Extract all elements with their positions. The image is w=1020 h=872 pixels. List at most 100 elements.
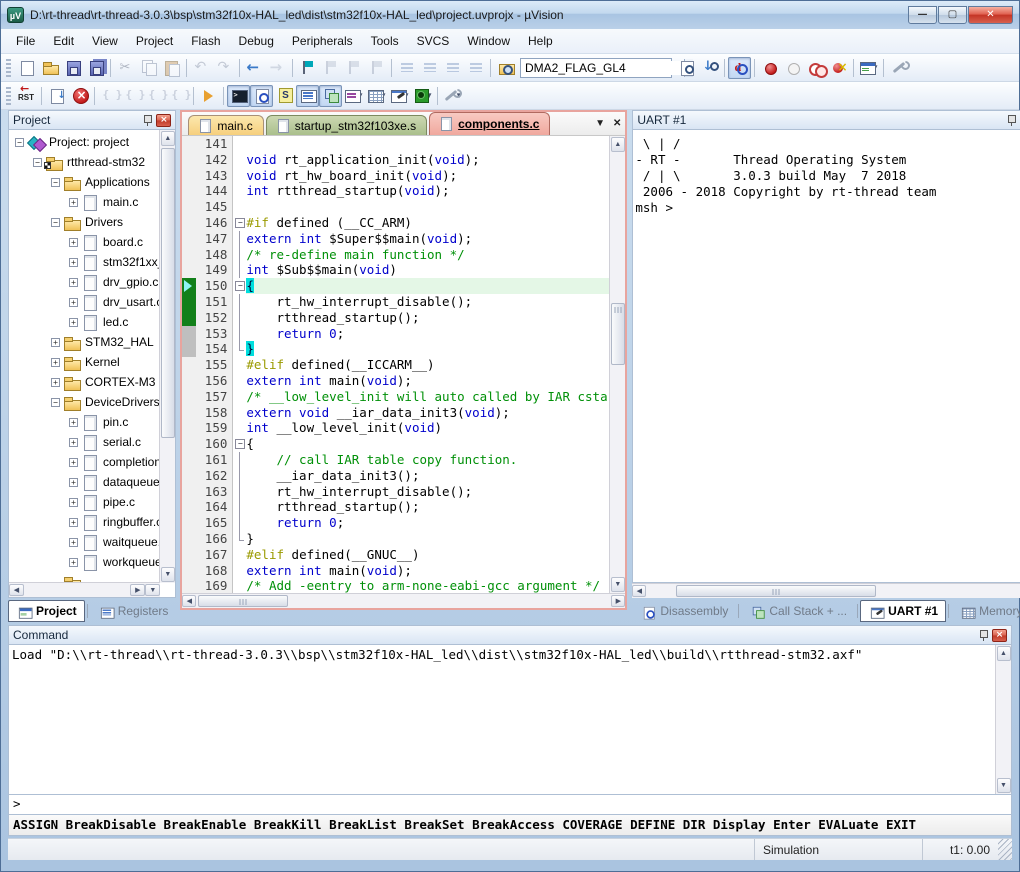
tree-item-kernel[interactable]: +Kernel (9, 352, 160, 372)
tab-call-stack-[interactable]: Call Stack + ... (741, 600, 855, 622)
stop-run-button[interactable] (68, 85, 91, 107)
scroll-thumb[interactable] (611, 303, 625, 365)
expander-plus-icon[interactable]: + (51, 358, 60, 367)
command-close-icon[interactable]: × (992, 629, 1007, 642)
command-vertical-scrollbar[interactable]: ▲ ▼ (995, 645, 1011, 794)
uncomment-button[interactable] (464, 57, 487, 79)
bp-none-button[interactable] (781, 57, 804, 79)
scroll-up-icon[interactable]: ▲ (997, 646, 1011, 661)
expander-plus-icon[interactable]: + (69, 478, 78, 487)
reset-cpu-button[interactable] (15, 85, 38, 107)
tree-item-main-c[interactable]: +main.c (9, 192, 160, 212)
scroll-left-icon[interactable]: ◀ (9, 584, 24, 596)
tree-item-project-project[interactable]: −Project: project (9, 132, 160, 152)
minimize-button[interactable]: — (908, 6, 937, 24)
uart-horizontal-scrollbar[interactable]: ◀ ▶ (632, 583, 1020, 598)
tree-item-ringbuffer-c[interactable]: +ringbuffer.c (9, 512, 160, 532)
tab-memory-1[interactable]: Memory 1 (951, 600, 1020, 622)
scroll-thumb[interactable] (161, 148, 175, 438)
comment-button[interactable] (441, 57, 464, 79)
watch-window-button[interactable]: ▼ (342, 85, 365, 107)
menu-flash[interactable]: Flash (182, 31, 229, 51)
nav-back-button[interactable] (243, 57, 266, 79)
toolbar-grip-handle[interactable] (6, 59, 11, 77)
tree-item-dataqueue-c[interactable]: +dataqueue.c (9, 472, 160, 492)
scroll-down-icon[interactable]: ▼ (997, 778, 1011, 793)
tree-item-devicedrivers[interactable]: −DeviceDrivers (9, 392, 160, 412)
scroll-up-icon[interactable]: ▲ (611, 137, 625, 152)
window-layout-button[interactable]: ▼ (857, 57, 880, 79)
nav-forward-button[interactable] (266, 57, 289, 79)
scroll-thumb[interactable] (676, 585, 876, 597)
save-all-button[interactable] (84, 57, 107, 79)
save-button[interactable] (61, 57, 84, 79)
tab-project[interactable]: Project (8, 600, 85, 622)
tree-item-rtthread-stm32[interactable]: −rtthread-stm32 (9, 152, 160, 172)
tree-item-cortex-m3[interactable]: +CORTEX-M3 (9, 372, 160, 392)
tree-item-stm32-hal[interactable]: +STM32_HAL (9, 332, 160, 352)
redo-button[interactable] (213, 57, 236, 79)
tree-item-serial-c[interactable]: +serial.c (9, 432, 160, 452)
tab-disassembly[interactable]: Disassembly (632, 600, 736, 622)
expander-plus-icon[interactable]: + (69, 278, 78, 287)
command-input[interactable]: > (8, 795, 1012, 815)
tab-components-c[interactable]: components.c (429, 112, 550, 135)
bp-disable-button[interactable] (804, 57, 827, 79)
editor-horizontal-scrollbar[interactable]: ◀ ▶ (182, 593, 625, 608)
run-button[interactable] (197, 85, 220, 107)
tab-list-chevron-icon[interactable]: ▼ (595, 118, 605, 129)
analysis-window-button[interactable]: ▼ (411, 85, 434, 107)
tab-registers[interactable]: Registers (90, 600, 177, 622)
tree-item-pin-c[interactable]: +pin.c (9, 412, 160, 432)
expander-plus-icon[interactable]: + (69, 238, 78, 247)
find-combo[interactable]: ▼ (520, 58, 672, 78)
paste-button[interactable] (160, 57, 183, 79)
expander-plus-icon[interactable]: + (69, 518, 78, 527)
scroll-down-icon[interactable]: ▼ (611, 577, 625, 592)
undo-button[interactable] (190, 57, 213, 79)
step-out-button[interactable] (144, 85, 167, 107)
bookmark-clear-button[interactable] (365, 57, 388, 79)
bookmark-next-button[interactable] (342, 57, 365, 79)
uart-output[interactable]: \ | / - RT - Thread Operating System / |… (633, 130, 1020, 582)
expander-minus-icon[interactable]: − (33, 158, 42, 167)
run-to-cursor-button[interactable] (167, 85, 190, 107)
toolbox-button[interactable]: ▼ (441, 85, 464, 107)
tree-item-drv-gpio-c[interactable]: +drv_gpio.c (9, 272, 160, 292)
scroll-right-icon[interactable]: ▶ (130, 584, 145, 596)
find-combo-input[interactable] (521, 61, 684, 75)
project-close-icon[interactable]: × (156, 114, 171, 127)
tree-item-stm32f1xx-it-c[interactable]: +stm32f1xx_it.c (9, 252, 160, 272)
tab-main-c[interactable]: main.c (188, 115, 263, 135)
tree-item-pipe-c[interactable]: +pipe.c (9, 492, 160, 512)
expander-plus-icon[interactable]: + (51, 378, 60, 387)
pin-icon[interactable] (141, 114, 153, 127)
open-file-button[interactable] (38, 57, 61, 79)
tab-startup-stm32f103xe-s[interactable]: startup_stm32f103xe.s (266, 115, 427, 135)
expander-plus-icon[interactable]: + (69, 318, 78, 327)
cmd-window-button[interactable] (227, 85, 250, 107)
expander-plus-icon[interactable]: + (69, 258, 78, 267)
step-over-button[interactable] (121, 85, 144, 107)
find-in-files-button[interactable] (494, 57, 517, 79)
fold-margin-collapse-icon[interactable] (233, 215, 246, 231)
step-button[interactable] (98, 85, 121, 107)
registers-window-button[interactable] (296, 85, 319, 107)
tree-horizontal-scrollbar[interactable]: ◀ ▶ ▼ (9, 582, 160, 597)
tree-vertical-scrollbar[interactable]: ▲ ▼ (159, 130, 175, 583)
expander-minus-icon[interactable]: − (51, 218, 60, 227)
scroll-down-icon[interactable]: ▼ (161, 567, 175, 582)
menu-view[interactable]: View (83, 31, 127, 51)
bp-toggle-button[interactable] (758, 57, 781, 79)
fold-margin-collapse-icon[interactable] (233, 436, 246, 452)
expander-plus-icon[interactable]: + (69, 198, 78, 207)
menu-svcs[interactable]: SVCS (408, 31, 459, 51)
scroll-left-icon[interactable]: ◀ (632, 585, 646, 597)
callstack-window-button[interactable] (319, 85, 342, 107)
expander-plus-icon[interactable]: + (69, 538, 78, 547)
expander-plus-icon[interactable]: + (69, 298, 78, 307)
expander-plus-icon[interactable]: + (69, 418, 78, 427)
find-next-button[interactable] (675, 57, 698, 79)
bookmark-prev-button[interactable] (319, 57, 342, 79)
memory-window-button[interactable]: ▼ (365, 85, 388, 107)
